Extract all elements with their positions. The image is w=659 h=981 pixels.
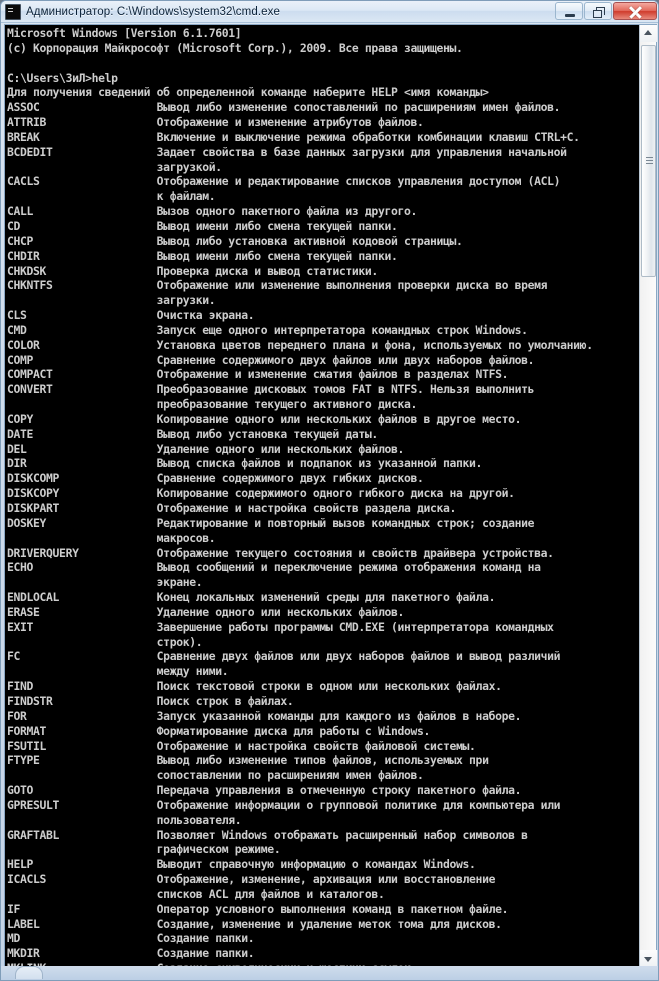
chevron-down-icon [644,957,652,962]
scrollbar-up-arrow-button[interactable] [640,25,657,42]
restore-button[interactable] [584,2,612,20]
cmd-window: Администратор: C:\Windows\system32\cmd.e… [0,0,659,981]
window-bottom-frame [1,966,658,980]
console-output-text: Microsoft Windows [Version 6.1.7601] (c)… [7,26,593,967]
minimize-button[interactable] [555,2,583,20]
title-bar[interactable]: Администратор: C:\Windows\system32\cmd.e… [1,1,658,23]
chevron-up-icon [644,30,652,35]
grip-icon [646,157,653,165]
console-output-pane[interactable]: Microsoft Windows [Version 6.1.7601] (c)… [5,25,639,967]
scrollbar-thumb[interactable] [641,45,656,277]
minimize-icon [565,14,575,17]
restore-icon-front [593,10,602,18]
scrollbar-down-arrow-button[interactable] [640,950,657,967]
close-button[interactable] [613,2,657,20]
window-title: Администратор: C:\Windows\system32\cmd.e… [26,5,280,18]
window-controls [555,2,657,20]
console-client-area[interactable]: Microsoft Windows [Version 6.1.7601] (c)… [4,24,657,968]
vertical-scrollbar[interactable] [639,25,657,967]
cmd-console-icon[interactable] [5,3,21,20]
resize-grip[interactable] [15,966,43,979]
